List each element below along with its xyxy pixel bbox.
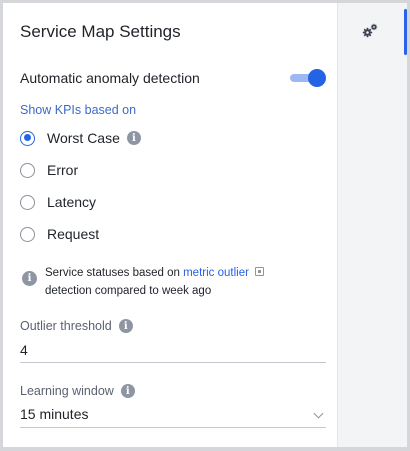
anomaly-detection-toggle[interactable] (290, 69, 326, 87)
radio-label-worst-case: Worst Case (47, 130, 120, 146)
settings-panel: Service Map Settings Automatic anomaly d… (3, 3, 337, 447)
status-note: i Service statuses based on metric outli… (20, 261, 320, 301)
status-note-prefix: Service statuses based on (45, 267, 184, 279)
info-icon[interactable]: i (118, 319, 133, 333)
chevron-down-icon[interactable] (313, 408, 324, 419)
learning-window-label: Learning window i (20, 384, 135, 398)
info-icon: i (22, 271, 37, 286)
learning-window-select[interactable]: 15 minutes (20, 404, 326, 428)
radio-label-latency: Latency (47, 194, 97, 210)
gears-icon (362, 23, 378, 38)
settings-button[interactable] (358, 19, 382, 43)
radio-button[interactable] (20, 162, 35, 178)
info-icon[interactable]: i (126, 131, 141, 145)
toggle-knob (308, 69, 326, 87)
radio-latency[interactable]: Latency (20, 191, 320, 213)
radio-worst-case[interactable]: Worst Case i (20, 127, 320, 149)
learning-window-label-text: Learning window (20, 384, 114, 398)
outlier-threshold-label: Outlier threshold i (20, 319, 133, 333)
info-icon[interactable]: i (120, 384, 135, 398)
radio-request[interactable]: Request (20, 223, 320, 245)
status-note-suffix: detection compared to week ago (45, 285, 212, 297)
anomaly-detection-row: Automatic anomaly detection (20, 67, 326, 91)
radio-label-error: Error (47, 162, 79, 178)
panel-title: Service Map Settings (20, 22, 181, 41)
external-link-icon[interactable] (254, 267, 264, 276)
right-rail (337, 3, 407, 447)
metric-outlier-link[interactable]: metric outlier (183, 267, 249, 279)
scroll-indicator[interactable] (404, 9, 407, 55)
anomaly-detection-label: Automatic anomaly detection (20, 70, 200, 86)
outlier-threshold-input[interactable] (20, 339, 326, 361)
kpi-section-label: Show KPIs based on (20, 103, 137, 117)
outlier-threshold-field[interactable] (20, 339, 326, 363)
radio-error[interactable]: Error (20, 159, 320, 181)
radio-button[interactable] (20, 226, 35, 242)
radio-button-checked[interactable] (20, 130, 35, 146)
status-note-text: Service statuses based on metric outlier… (45, 264, 264, 300)
radio-label-request: Request (47, 226, 100, 242)
learning-window-value: 15 minutes (20, 406, 89, 422)
radio-button[interactable] (20, 194, 35, 210)
outlier-threshold-label-text: Outlier threshold (20, 319, 112, 333)
